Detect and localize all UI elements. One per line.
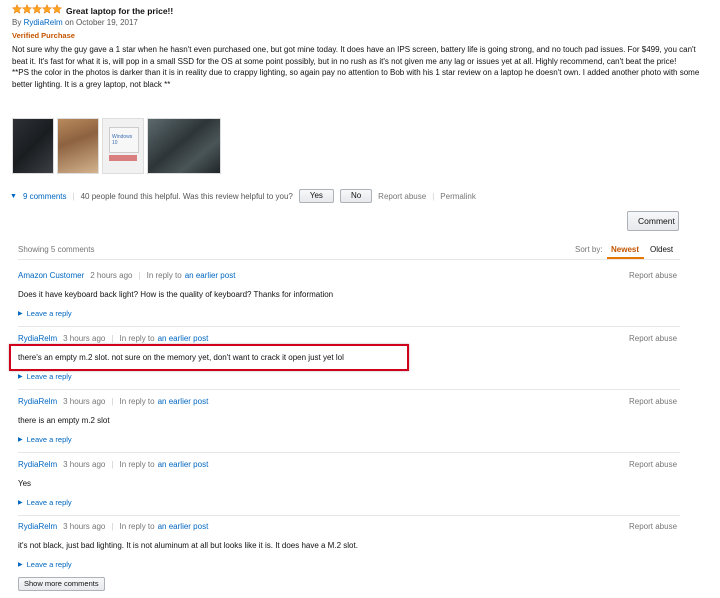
comment-text: Does it have keyboard back light? How is… bbox=[18, 290, 334, 299]
star-icon bbox=[52, 4, 62, 14]
caret-right-icon: ▶ bbox=[18, 562, 23, 568]
caret-down-icon: ▼ bbox=[10, 192, 17, 200]
comment-header: RydiaRelm 3 hours ago | In reply to an e… bbox=[18, 334, 208, 343]
comment-report-abuse-link[interactable]: Report abuse bbox=[629, 271, 677, 280]
earlier-post-link[interactable]: an earlier post bbox=[158, 397, 209, 406]
star-icon bbox=[32, 4, 42, 14]
leave-reply-link[interactable]: Leave a reply bbox=[27, 498, 72, 507]
review-paragraph: **PS the color in the photos is darker t… bbox=[12, 68, 700, 89]
earlier-post-link[interactable]: an earlier post bbox=[185, 271, 236, 280]
star-icon bbox=[42, 4, 52, 14]
comment-report-abuse-link[interactable]: Report abuse bbox=[629, 334, 677, 343]
permalink-link[interactable]: Permalink bbox=[440, 192, 476, 201]
comment-author-link[interactable]: RydiaRelm bbox=[18, 522, 57, 531]
divider: | bbox=[72, 191, 75, 201]
comment-header: RydiaRelm 3 hours ago | In reply to an e… bbox=[18, 460, 208, 469]
earlier-post-link[interactable]: an earlier post bbox=[158, 460, 209, 469]
review-title[interactable]: Great laptop for the price!! bbox=[66, 6, 173, 16]
sort-newest-tab[interactable]: Newest bbox=[611, 245, 639, 254]
caret-right-icon: ▶ bbox=[18, 437, 23, 443]
comment-report-abuse-link[interactable]: Report abuse bbox=[629, 460, 677, 469]
comment-author-link[interactable]: RydiaRelm bbox=[18, 334, 57, 343]
review-byline: By RydiaRelm on October 19, 2017 bbox=[12, 18, 138, 27]
in-reply-to-label: In reply to bbox=[146, 271, 182, 280]
comment-time: 3 hours ago bbox=[63, 522, 106, 531]
leave-reply[interactable]: ▶ Leave a reply bbox=[18, 372, 72, 381]
by-label: By bbox=[12, 18, 22, 27]
in-reply-to-label: In reply to bbox=[119, 334, 155, 343]
comment-header: Amazon Customer 2 hours ago | In reply t… bbox=[18, 271, 235, 280]
review-photo-thumbnail[interactable] bbox=[147, 118, 221, 174]
leave-reply[interactable]: ▶ Leave a reply bbox=[18, 309, 72, 318]
review-paragraph: Not sure why the guy gave a 1 star when … bbox=[12, 45, 696, 66]
review-photos: Windows 10 bbox=[12, 118, 221, 174]
review-photo-thumbnail[interactable]: Windows 10 bbox=[102, 118, 144, 174]
comment-header: RydiaRelm 3 hours ago | In reply to an e… bbox=[18, 397, 208, 406]
show-more-comments-button[interactable]: Show more comments bbox=[18, 577, 105, 591]
comment-text: there is an empty m.2 slot bbox=[18, 416, 110, 425]
comments-link[interactable]: 9 comments bbox=[23, 192, 67, 201]
comment-author-link[interactable]: RydiaRelm bbox=[18, 460, 57, 469]
comment-author-link[interactable]: RydiaRelm bbox=[18, 397, 57, 406]
helpful-text: 40 people found this helpful. Was this r… bbox=[80, 191, 293, 201]
review-actions: ▼ 9 comments | 40 people found this help… bbox=[10, 189, 476, 203]
comment-report-abuse-link[interactable]: Report abuse bbox=[629, 522, 677, 531]
divider: | bbox=[111, 397, 114, 406]
helpful-no-button[interactable]: No bbox=[339, 189, 373, 203]
leave-reply-link[interactable]: Leave a reply bbox=[27, 560, 72, 569]
star-rating bbox=[12, 4, 62, 16]
comment-time: 3 hours ago bbox=[63, 334, 106, 343]
photo-screen-text: Windows 10 bbox=[112, 134, 133, 146]
review-photo-thumbnail[interactable] bbox=[12, 118, 54, 174]
caret-right-icon: ▶ bbox=[18, 374, 23, 380]
comment-text: Yes bbox=[18, 479, 32, 488]
leave-reply-link[interactable]: Leave a reply bbox=[27, 435, 72, 444]
star-icon bbox=[22, 4, 32, 14]
earlier-post-link[interactable]: an earlier post bbox=[158, 522, 209, 531]
comment-time: 3 hours ago bbox=[63, 460, 106, 469]
divider: | bbox=[138, 271, 141, 280]
review-author-link[interactable]: RydiaRelm bbox=[24, 18, 63, 27]
leave-reply-link[interactable]: Leave a reply bbox=[27, 309, 72, 318]
divider bbox=[18, 452, 680, 453]
highlight-box bbox=[9, 344, 409, 371]
review-body: Not sure why the guy gave a 1 star when … bbox=[12, 44, 712, 90]
report-abuse-link[interactable]: Report abuse bbox=[378, 192, 426, 201]
caret-right-icon: ▶ bbox=[18, 311, 23, 317]
comment-author-link[interactable]: Amazon Customer bbox=[18, 271, 84, 280]
divider: | bbox=[111, 334, 114, 343]
leave-reply[interactable]: ▶ Leave a reply bbox=[18, 498, 72, 507]
sort-oldest-tab[interactable]: Oldest bbox=[650, 245, 673, 254]
leave-reply-link[interactable]: Leave a reply bbox=[27, 372, 72, 381]
in-reply-to-label: In reply to bbox=[119, 397, 155, 406]
review-photo-thumbnail[interactable] bbox=[57, 118, 99, 174]
divider bbox=[18, 515, 680, 516]
comment-text: it's not black, just bad lighting. It is… bbox=[18, 541, 358, 550]
divider bbox=[18, 389, 680, 390]
in-reply-to-label: In reply to bbox=[119, 522, 155, 531]
divider bbox=[18, 259, 680, 260]
leave-reply[interactable]: ▶ Leave a reply bbox=[18, 435, 72, 444]
divider: | bbox=[432, 191, 435, 201]
star-icon bbox=[12, 4, 22, 14]
sort-by-label: Sort by: bbox=[575, 245, 603, 254]
review-date: on October 19, 2017 bbox=[64, 18, 138, 27]
divider: | bbox=[111, 522, 114, 531]
earlier-post-link[interactable]: an earlier post bbox=[158, 334, 209, 343]
helpful-yes-button[interactable]: Yes bbox=[298, 189, 334, 203]
comment-button[interactable]: Comment bbox=[627, 211, 679, 231]
in-reply-to-label: In reply to bbox=[119, 460, 155, 469]
comment-time: 3 hours ago bbox=[63, 397, 106, 406]
comment-time: 2 hours ago bbox=[90, 271, 133, 280]
verified-purchase-badge: Verified Purchase bbox=[12, 31, 75, 40]
divider: | bbox=[111, 460, 114, 469]
caret-right-icon: ▶ bbox=[18, 500, 23, 506]
comment-report-abuse-link[interactable]: Report abuse bbox=[629, 397, 677, 406]
comment-header: RydiaRelm 3 hours ago | In reply to an e… bbox=[18, 522, 208, 531]
leave-reply[interactable]: ▶ Leave a reply bbox=[18, 560, 72, 569]
comments-count: Showing 5 comments bbox=[18, 245, 95, 254]
divider bbox=[18, 326, 680, 327]
